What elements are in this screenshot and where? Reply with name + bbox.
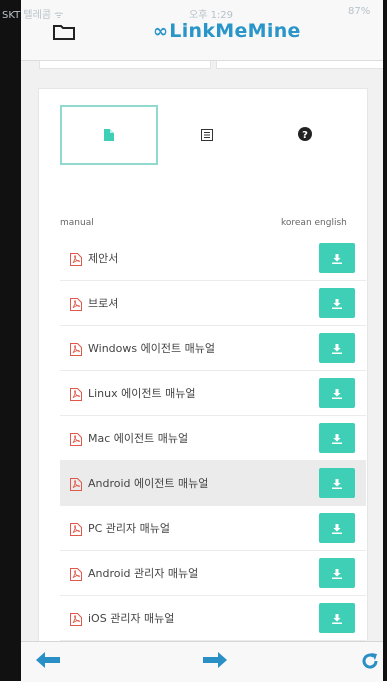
card-fragment [216,61,383,69]
pdf-icon [70,296,82,315]
pdf-icon [70,386,82,405]
download-icon [332,609,342,628]
download-icon [332,384,342,403]
list-item[interactable]: 제안서 [60,236,366,281]
download-icon [332,519,342,538]
back-arrow-icon[interactable] [36,652,62,672]
manual-panel: ? manual korean english 제안서브로셔 Windows 에이… [38,88,368,641]
column-header-language: korean english [281,218,347,228]
download-button[interactable] [319,468,355,498]
download-button[interactable] [319,603,355,633]
manual-label[interactable]: Linux 에이전트 매뉴얼 [88,385,195,401]
list-item[interactable]: Mac 에이전트 매뉴얼 [60,416,366,461]
device-frame-left [0,0,21,681]
list-icon [201,126,213,145]
pdf-icon [70,251,82,270]
list-item[interactable]: Android 관리자 매뉴얼 [60,551,366,596]
manual-label[interactable]: Mac 에이전트 매뉴얼 [88,430,188,446]
download-icon [332,474,342,493]
list-item[interactable]: iOS 관리자 매뉴얼 [60,596,366,641]
status-carrier: SKT 텔레콤 ᯤ [2,10,64,21]
app-logo: ∞LinkMeMine [153,20,301,42]
download-icon [332,564,342,583]
pdf-icon [70,476,82,495]
tab-list[interactable] [158,105,256,165]
manual-label[interactable]: Android 관리자 매뉴얼 [88,565,198,581]
manual-label[interactable]: 제안서 [88,250,118,266]
download-button[interactable] [319,243,355,273]
download-button[interactable] [319,378,355,408]
manual-label[interactable]: 브로셔 [88,295,118,311]
main-content[interactable]: ? manual korean english 제안서브로셔 Windows 에이… [21,61,383,641]
logo-mark: ∞ [153,21,169,42]
manual-label[interactable]: PC 관리자 매뉴얼 [88,520,170,536]
download-icon [332,429,342,448]
pdf-icon [70,611,82,630]
status-time: 오후 1:29 [189,10,234,21]
tab-bar: ? [60,105,350,165]
pdf-icon [70,521,82,540]
logo-text: LinkMeMine [169,20,301,42]
svg-text:?: ? [302,130,308,141]
refresh-icon[interactable] [361,652,379,674]
download-button[interactable] [319,288,355,318]
list-item[interactable]: Android 에이전트 매뉴얼 [60,461,366,506]
status-battery: 87% [348,6,371,17]
download-icon [332,339,342,358]
card-fragment [39,61,211,69]
tab-help[interactable]: ? [256,105,354,165]
download-button[interactable] [319,423,355,453]
folder-icon[interactable] [53,24,75,44]
pdf-icon [70,431,82,450]
download-icon [332,294,342,313]
tab-documents[interactable] [60,105,158,165]
manual-label[interactable]: Windows 에이전트 매뉴얼 [88,340,215,356]
device-frame-right [383,0,387,681]
pdf-icon [70,341,82,360]
manual-label[interactable]: Android 에이전트 매뉴얼 [88,475,208,491]
list-item[interactable]: Linux 에이전트 매뉴얼 [60,371,366,416]
help-icon: ? [298,126,312,145]
download-button[interactable] [319,558,355,588]
column-header-manual: manual [60,218,94,228]
list-item[interactable]: Windows 에이전트 매뉴얼 [60,326,366,371]
manual-label[interactable]: iOS 관리자 매뉴얼 [88,610,174,626]
download-button[interactable] [319,513,355,543]
forward-arrow-icon[interactable] [201,652,227,672]
download-button[interactable] [319,333,355,363]
list-item[interactable]: 브로셔 [60,281,366,326]
download-icon [332,249,342,268]
list-item[interactable]: PC 관리자 매뉴얼 [60,506,366,551]
bottom-toolbar [21,641,383,682]
pdf-icon [70,566,82,585]
document-icon [104,126,114,145]
